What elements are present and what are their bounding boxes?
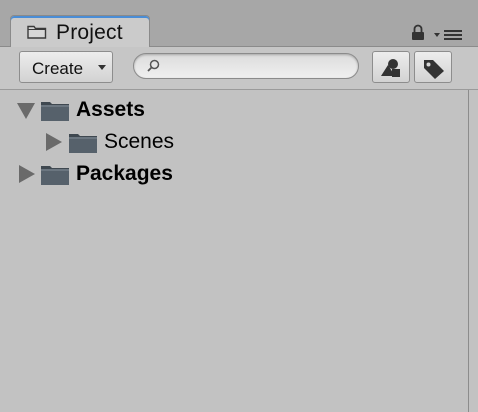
tab-menu-icon[interactable] <box>434 28 464 42</box>
tree-item-label: Assets <box>76 98 145 121</box>
tag-icon <box>424 60 444 79</box>
project-toolbar: Create <box>0 47 478 90</box>
tree-item-packages[interactable]: Packages <box>0 158 468 190</box>
lock-icon[interactable] <box>411 24 425 41</box>
tree-item-scenes[interactable]: Scenes <box>0 126 468 158</box>
search-input[interactable] <box>168 56 348 76</box>
tab-project[interactable]: Project <box>10 15 150 47</box>
search-icon <box>147 59 160 72</box>
tab-strip: Project <box>0 0 478 47</box>
project-window: Project Create Assets Scenes Packages <box>0 0 478 412</box>
folder-icon <box>69 134 97 153</box>
create-button[interactable]: Create <box>19 51 113 83</box>
expand-arrow-icon[interactable] <box>19 165 35 183</box>
expand-arrow-icon[interactable] <box>17 103 35 119</box>
search-by-label-button[interactable] <box>414 51 452 83</box>
tree-item-assets[interactable]: Assets <box>0 94 468 126</box>
tree-item-label: Scenes <box>104 130 175 153</box>
panel-divider[interactable] <box>468 90 478 412</box>
shapes-icon <box>381 59 400 77</box>
expand-arrow-icon[interactable] <box>46 133 62 151</box>
folder-icon <box>27 25 47 39</box>
folder-icon <box>41 102 69 121</box>
folder-icon <box>41 166 69 185</box>
create-button-label: Create <box>32 59 84 78</box>
chevron-down-icon <box>98 65 106 70</box>
project-tree: Assets Scenes Packages <box>0 90 468 412</box>
search-by-type-button[interactable] <box>372 51 410 83</box>
search-field[interactable] <box>133 53 359 79</box>
tab-title: Project <box>56 21 123 44</box>
tree-item-label: Packages <box>76 162 173 185</box>
